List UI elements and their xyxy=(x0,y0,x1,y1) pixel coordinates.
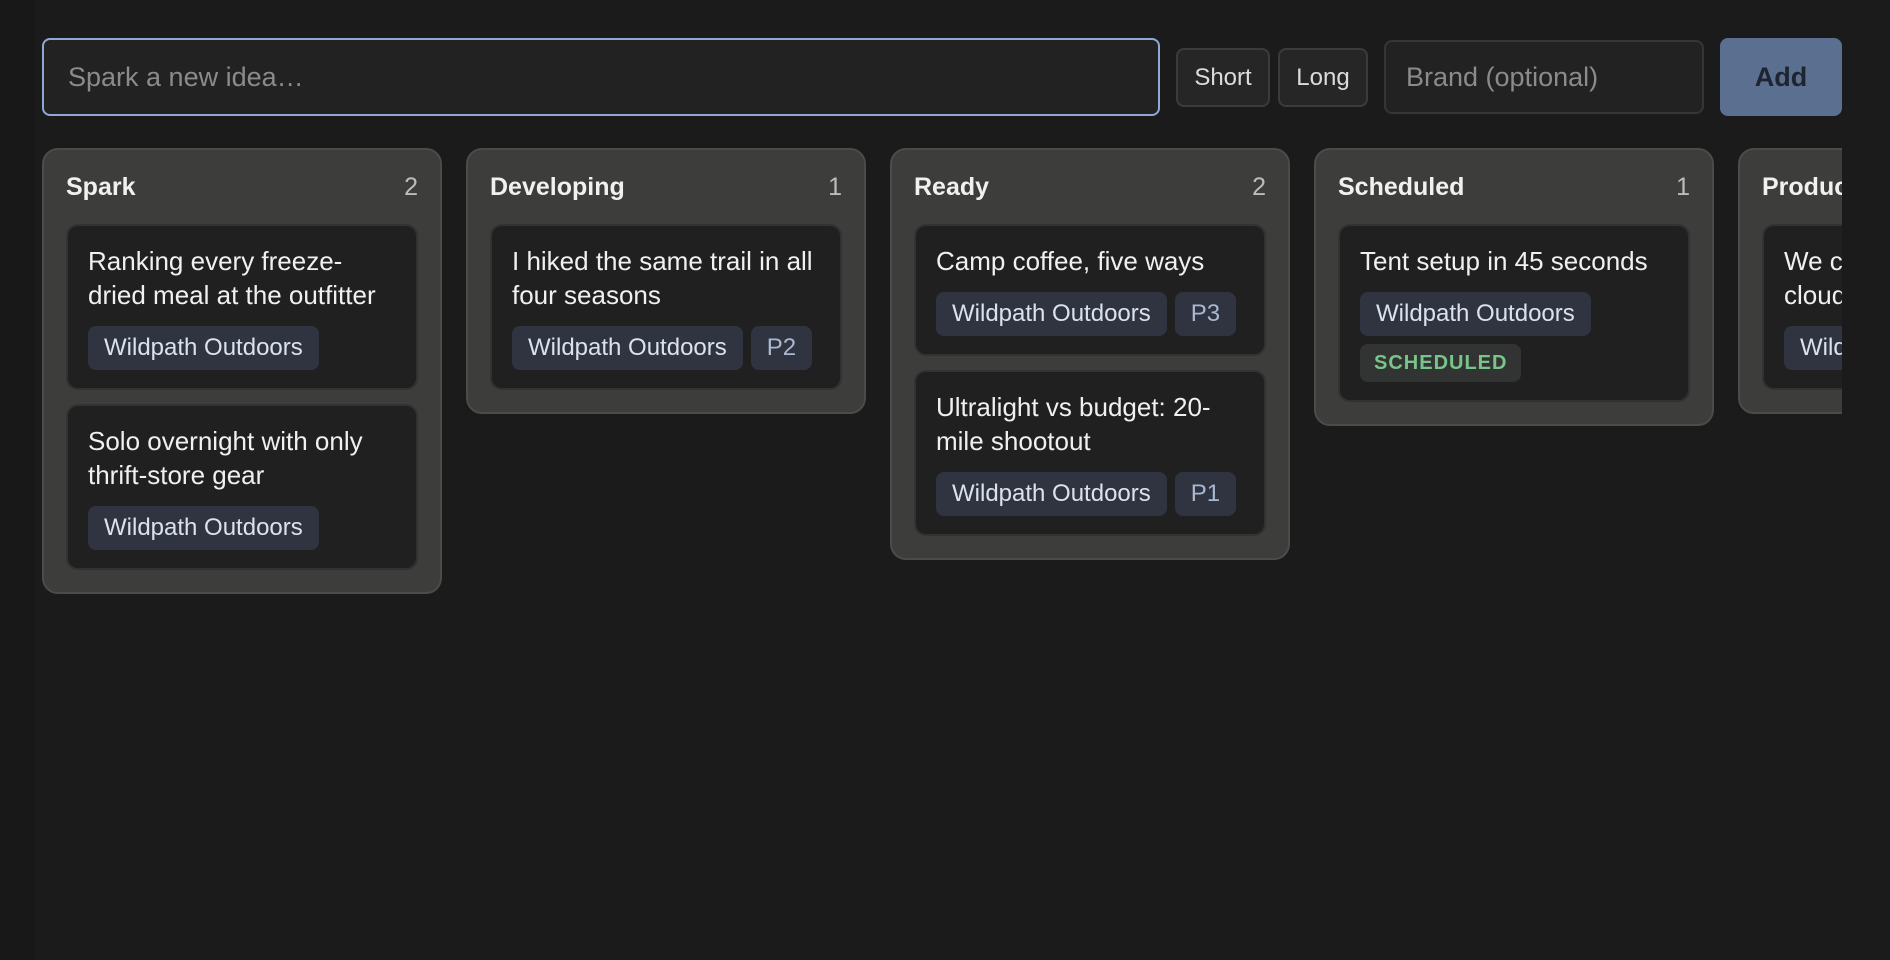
column-count: 1 xyxy=(828,172,842,201)
priority-tag: P3 xyxy=(1174,292,1237,336)
column-count: 1 xyxy=(1676,172,1690,201)
column-ready: Ready 2 Camp coffee, five ways Wildpath … xyxy=(890,148,1290,560)
idea-card[interactable]: Solo overnight with only thrift-store ge… xyxy=(66,404,418,570)
column-header: Scheduled 1 xyxy=(1338,172,1690,202)
idea-card[interactable]: I hiked the same trail in all four seaso… xyxy=(490,224,842,390)
column-title: Developing xyxy=(490,172,625,201)
column-header: Developing 1 xyxy=(490,172,842,202)
length-long-button[interactable]: Long xyxy=(1278,48,1368,107)
brand-input[interactable] xyxy=(1384,40,1704,114)
idea-card[interactable]: Ranking every freeze-dried meal at the o… xyxy=(66,224,418,390)
length-short-button[interactable]: Short xyxy=(1176,48,1270,107)
card-tags: Wildpath Outdoors P2 xyxy=(512,326,820,370)
idea-input[interactable] xyxy=(42,38,1160,116)
brand-tag: Wildpath Outdoors xyxy=(88,506,319,550)
column-header: Spark 2 xyxy=(66,172,418,202)
card-title: Tent setup in 45 seconds xyxy=(1360,246,1648,276)
card-tags: Wildpath Outdoors xyxy=(88,506,396,550)
column-title: Produc xyxy=(1762,172,1842,201)
card-tags: Wildpath Outdoors P1 xyxy=(936,472,1244,516)
column-scheduled: Scheduled 1 Tent setup in 45 seconds Wil… xyxy=(1314,148,1714,426)
column-count: 2 xyxy=(404,172,418,201)
brand-tag: Wildpath Outdoors xyxy=(1360,292,1591,336)
idea-card[interactable]: Ultralight vs budget: 20-mile shootout W… xyxy=(914,370,1266,536)
priority-tag: P1 xyxy=(1174,472,1237,516)
column-count: 2 xyxy=(1252,172,1266,201)
card-title: We c cloud xyxy=(1784,246,1842,310)
status-badge: SCHEDULED xyxy=(1360,344,1522,382)
brand-tag: Wild xyxy=(1784,326,1842,370)
column-production: Produc We c cloud Wild xyxy=(1738,148,1842,414)
column-title: Ready xyxy=(914,172,990,201)
idea-composer: Short Long Add xyxy=(42,38,1842,116)
priority-tag: P2 xyxy=(750,326,813,370)
idea-card[interactable]: Tent setup in 45 seconds Wildpath Outdoo… xyxy=(1338,224,1690,402)
column-header: Produc xyxy=(1762,172,1842,202)
brand-tag: Wildpath Outdoors xyxy=(512,326,743,370)
card-title: Camp coffee, five ways xyxy=(936,246,1205,276)
idea-board-app: Short Long Add Spark 2 Ranking every fre… xyxy=(42,38,1842,960)
card-title: I hiked the same trail in all four seaso… xyxy=(512,246,813,310)
card-tags: Wild xyxy=(1784,326,1842,370)
column-title: Spark xyxy=(66,172,136,201)
idea-card[interactable]: Camp coffee, five ways Wildpath Outdoors… xyxy=(914,224,1266,356)
brand-tag: Wildpath Outdoors xyxy=(936,292,1167,336)
card-tags: Wildpath Outdoors xyxy=(88,326,396,370)
column-title: Scheduled xyxy=(1338,172,1465,201)
brand-tag: Wildpath Outdoors xyxy=(88,326,319,370)
card-title: Ultralight vs budget: 20-mile shootout xyxy=(936,392,1211,456)
idea-card[interactable]: We c cloud Wild xyxy=(1762,224,1842,390)
column-developing: Developing 1 I hiked the same trail in a… xyxy=(466,148,866,414)
window-left-edge xyxy=(0,0,34,960)
card-title: Ranking every freeze-dried meal at the o… xyxy=(88,246,376,310)
column-header: Ready 2 xyxy=(914,172,1266,202)
column-spark: Spark 2 Ranking every freeze-dried meal … xyxy=(42,148,442,594)
card-tags: Wildpath Outdoors P3 xyxy=(936,292,1244,336)
card-title: Solo overnight with only thrift-store ge… xyxy=(88,426,363,490)
add-button[interactable]: Add xyxy=(1720,38,1842,116)
card-tags: Wildpath Outdoors SCHEDULED xyxy=(1360,292,1668,382)
brand-tag: Wildpath Outdoors xyxy=(936,472,1167,516)
